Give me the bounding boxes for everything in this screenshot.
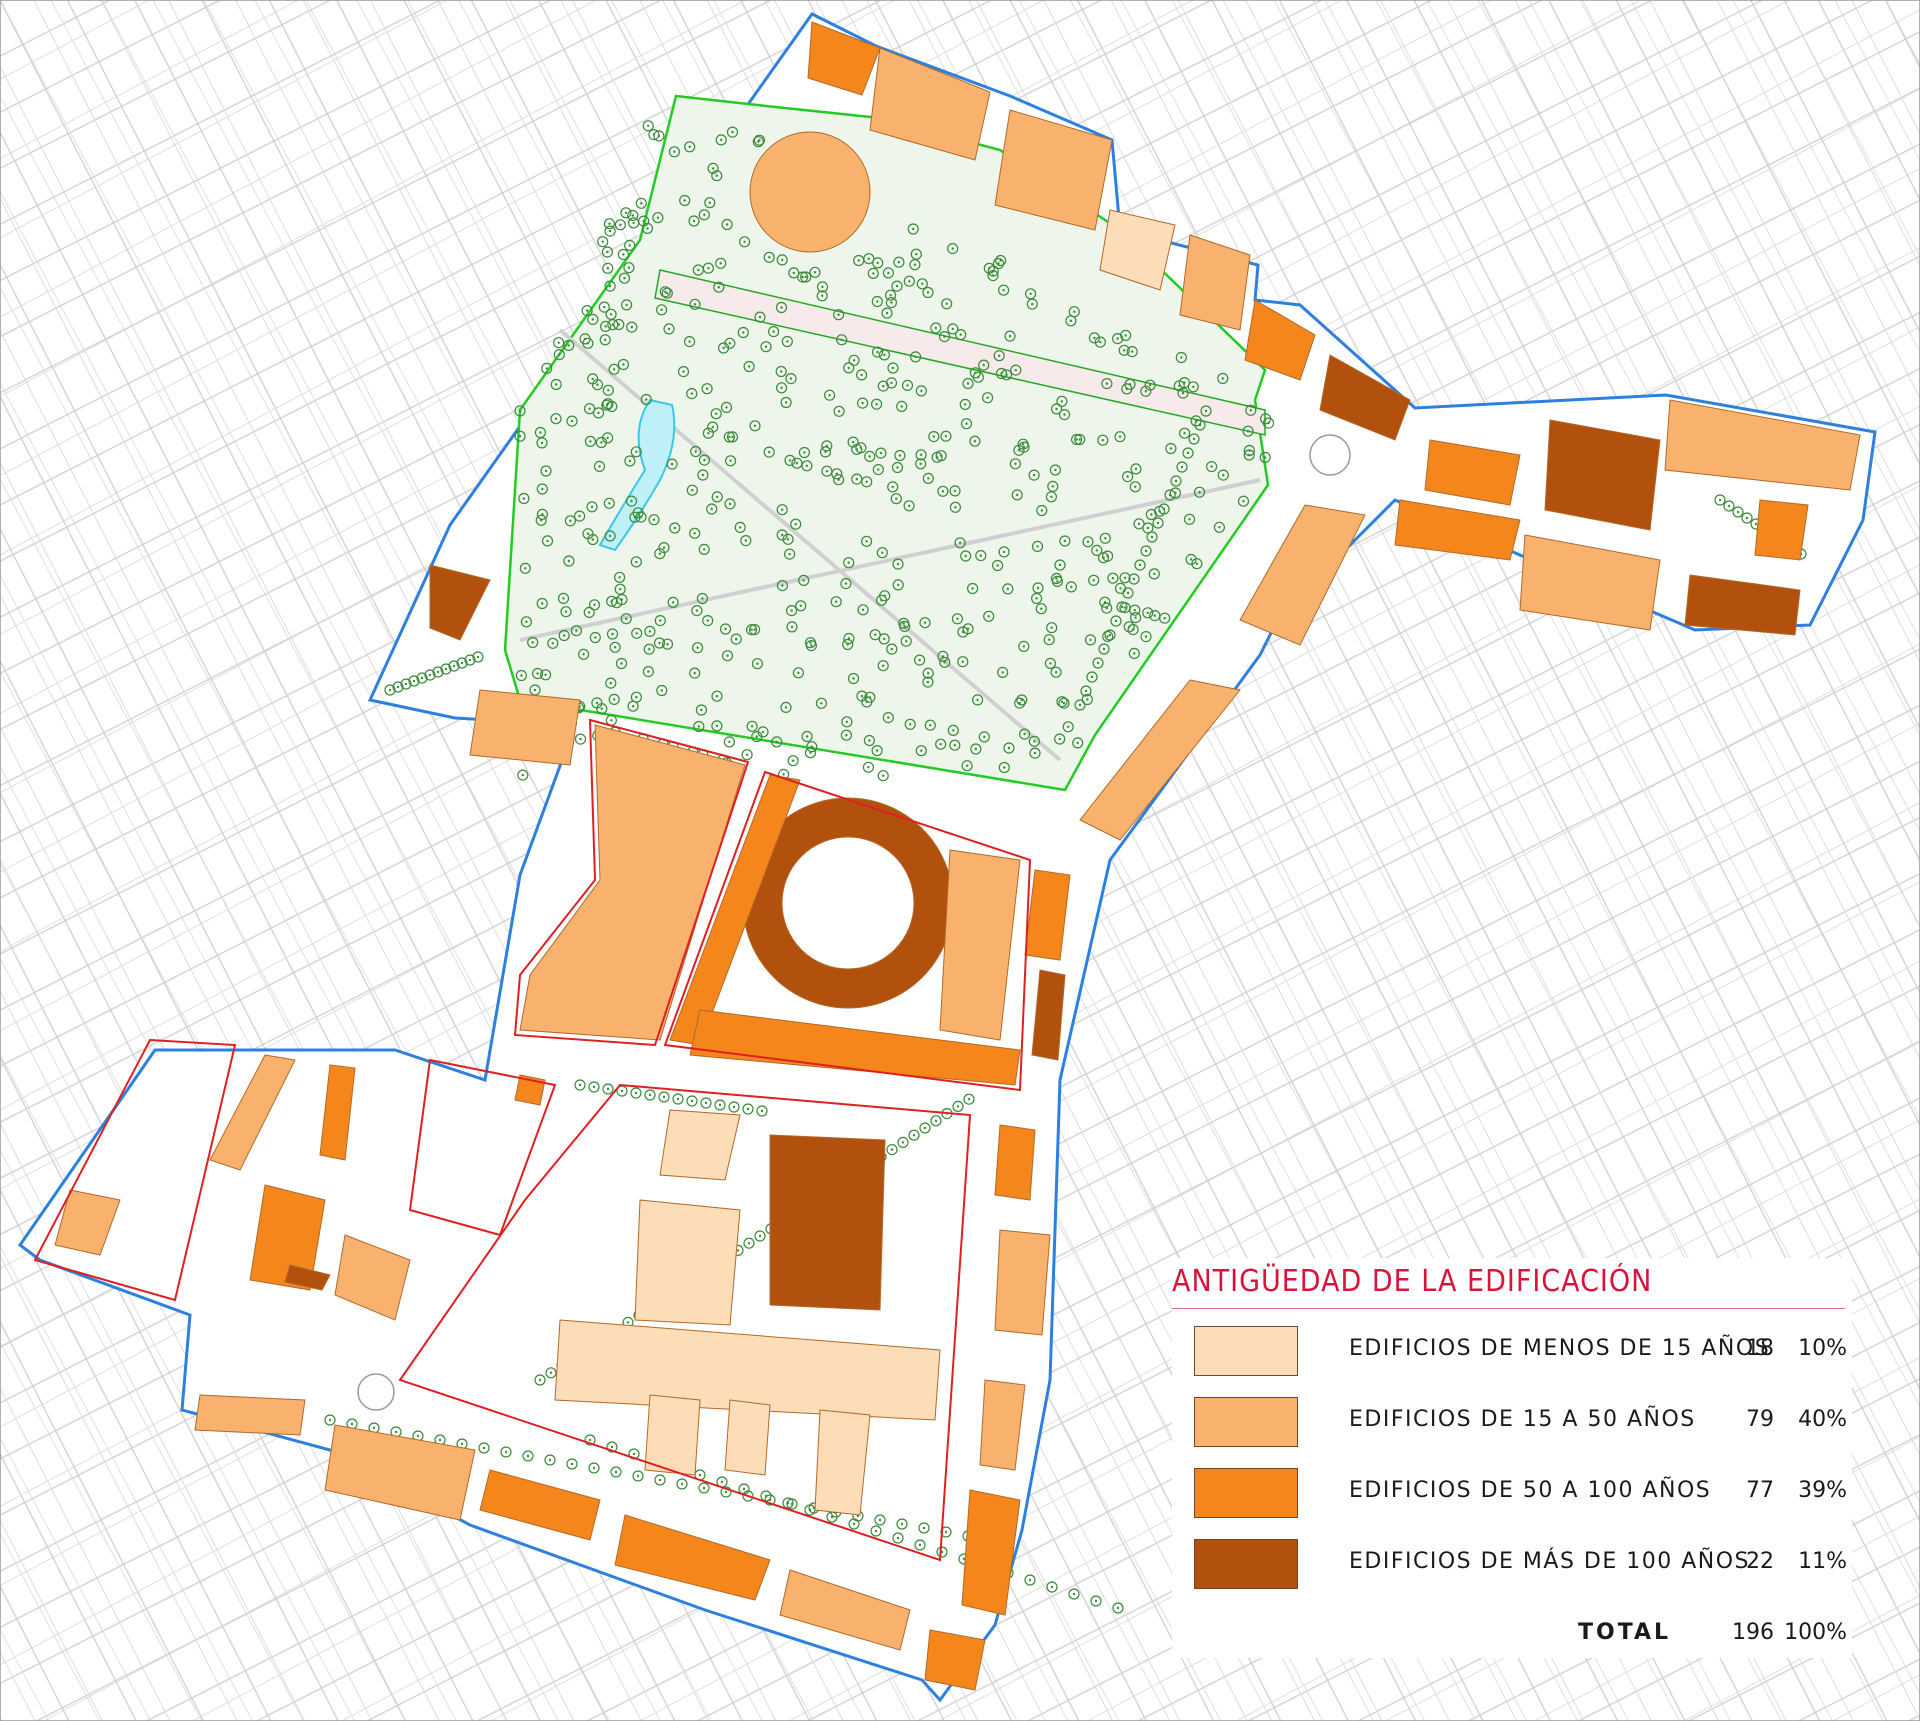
legend-row-50-100: EDIFICIOS DE 50 A 100 AÑOS 77 39% bbox=[1182, 1468, 1852, 1520]
legend-swatch bbox=[1194, 1397, 1298, 1447]
legend-row-under-15: EDIFICIOS DE MENOS DE 15 AÑOS 18 10% bbox=[1182, 1326, 1852, 1378]
legend-row-count: 79 bbox=[1746, 1407, 1774, 1432]
legend-total-percent: 100% bbox=[1784, 1620, 1847, 1645]
legend-divider bbox=[1172, 1308, 1845, 1309]
legend-row-over-100: EDIFICIOS DE MÁS DE 100 AÑOS 22 11% bbox=[1182, 1539, 1852, 1591]
legend-row-count: 22 bbox=[1746, 1549, 1774, 1574]
legend-total-count: 196 bbox=[1732, 1620, 1774, 1645]
legend-row-percent: 40% bbox=[1798, 1407, 1847, 1432]
legend-swatch bbox=[1194, 1468, 1298, 1518]
legend-row-15-50: EDIFICIOS DE 15 A 50 AÑOS 79 40% bbox=[1182, 1397, 1852, 1449]
legend-row-label: EDIFICIOS DE 15 A 50 AÑOS bbox=[1349, 1407, 1696, 1432]
legend-row-percent: 10% bbox=[1798, 1336, 1847, 1361]
legend-swatch bbox=[1194, 1539, 1298, 1589]
map-legend: ANTIGÜEDAD DE LA EDIFICACIÓN EDIFICIOS D… bbox=[1172, 1258, 1852, 1658]
legend-row-count: 18 bbox=[1746, 1336, 1774, 1361]
roundabout bbox=[357, 1373, 395, 1411]
legend-row-label: EDIFICIOS DE 50 A 100 AÑOS bbox=[1349, 1478, 1712, 1503]
legend-row-label: EDIFICIOS DE MÁS DE 100 AÑOS bbox=[1349, 1549, 1751, 1574]
legend-row-count: 77 bbox=[1746, 1478, 1774, 1503]
legend-row-percent: 39% bbox=[1798, 1478, 1847, 1503]
legend-title: ANTIGÜEDAD DE LA EDIFICACIÓN bbox=[1172, 1264, 1653, 1299]
legend-swatch bbox=[1194, 1326, 1298, 1376]
legend-row-percent: 11% bbox=[1798, 1549, 1847, 1574]
legend-row-label: EDIFICIOS DE MENOS DE 15 AÑOS bbox=[1349, 1336, 1771, 1361]
legend-total-row: TOTAL 196 100% bbox=[1182, 1610, 1852, 1662]
legend-total-label: TOTAL bbox=[1578, 1620, 1672, 1645]
